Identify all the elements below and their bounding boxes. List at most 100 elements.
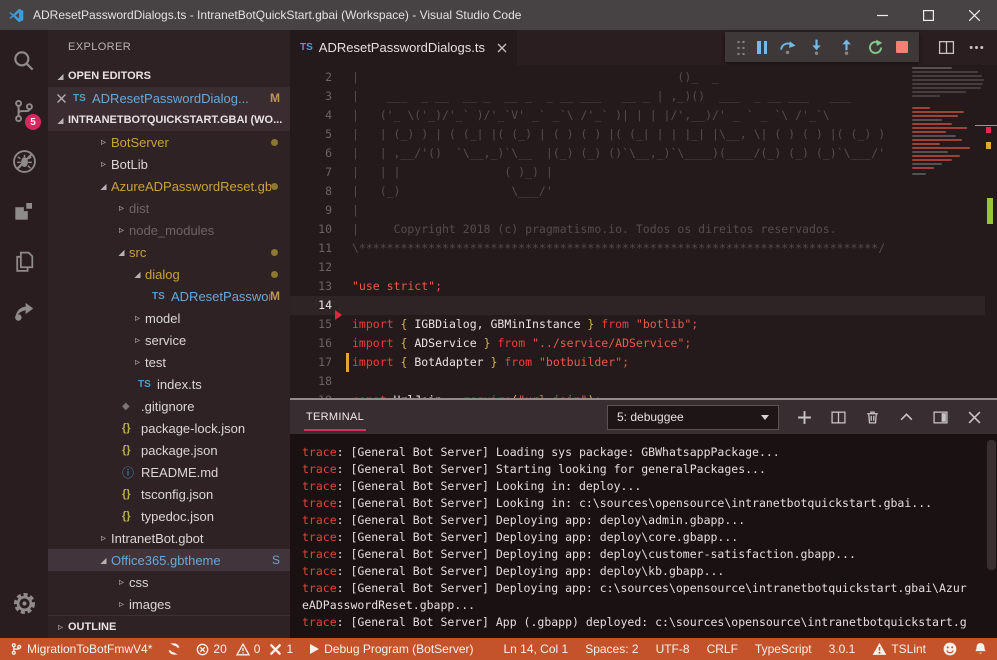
code-editor[interactable]: 2345678910111213141516171819 | ()_ _| __… — [290, 65, 997, 398]
tree-item[interactable]: TSindex.ts — [48, 373, 290, 395]
tree-item-label: src — [129, 245, 146, 260]
tree-item[interactable]: ▹node_modules — [48, 219, 290, 241]
restart-icon[interactable] — [867, 39, 884, 56]
chevron-collapsed-icon: ▹ — [130, 313, 145, 324]
code-line: | | | ( )_) | — [352, 163, 907, 182]
tree-item[interactable]: TSADResetPasswordDial...M — [48, 285, 290, 307]
step-over-icon[interactable] — [779, 39, 796, 56]
git-branch-item[interactable]: MigrationToBotFmwV4* — [10, 642, 152, 656]
terminal-scrollbar[interactable] — [987, 440, 996, 570]
feedback-smiley-icon[interactable] — [943, 642, 957, 656]
language-item[interactable]: TypeScript — [755, 642, 812, 656]
tree-item[interactable]: {}package.json — [48, 439, 290, 461]
terminal-line: trace: [General Bot Server] Looking in: … — [302, 495, 985, 512]
tree-item-label: ADResetPasswordDial... — [171, 289, 270, 304]
version-item[interactable]: 3.0.1 — [829, 642, 856, 656]
tree-item-label: Office365.gbtheme — [111, 553, 221, 568]
tree-item[interactable]: {}package-lock.json — [48, 417, 290, 439]
new-terminal-icon[interactable] — [796, 409, 813, 426]
indentation-item[interactable]: Spaces: 2 — [585, 642, 638, 656]
code-line: | ()_ _ — [352, 68, 907, 87]
overview-ruler[interactable] — [985, 65, 997, 398]
close-button[interactable] — [951, 0, 997, 30]
tree-item[interactable]: ◢Office365.gbthemeS — [48, 549, 290, 571]
terminal-output[interactable]: trace: [General Bot Server] Loading sys … — [290, 434, 997, 638]
tree-item[interactable]: ▹css — [48, 571, 290, 593]
minimap-line — [912, 139, 962, 141]
step-out-icon[interactable] — [838, 39, 855, 56]
extensions-icon[interactable] — [0, 186, 48, 236]
source-control-icon[interactable]: 5 — [0, 86, 48, 136]
ts-file-icon: TS — [138, 379, 157, 390]
tab-bar: TS ADResetPasswordDialogs.ts — [290, 30, 997, 65]
minimap-line — [912, 91, 966, 93]
editor-tab[interactable]: TS ADResetPasswordDialogs.ts — [290, 30, 517, 65]
sync-icon[interactable] — [167, 642, 181, 656]
terminal-select[interactable]: 5: debuggee — [607, 405, 779, 430]
tree-item-label: test — [145, 355, 166, 370]
tree-item[interactable]: ◢dialog — [48, 263, 290, 285]
documents-icon[interactable] — [0, 236, 48, 286]
braces-file-icon: {} — [122, 422, 141, 434]
minimap-line — [912, 87, 981, 89]
terminal-tab[interactable]: TERMINAL — [304, 403, 366, 431]
tab-close-icon[interactable] — [497, 43, 507, 53]
maximize-panel-icon[interactable] — [898, 409, 915, 426]
tree-item[interactable]: {}typedoc.json — [48, 505, 290, 527]
trace-label: trace — [302, 479, 337, 493]
tree-item-label: dist — [129, 201, 149, 216]
open-editor-item[interactable]: TS ADResetPasswordDialog... M — [48, 87, 290, 109]
maximize-button[interactable] — [905, 0, 951, 30]
share-icon[interactable] — [0, 286, 48, 336]
encoding-item[interactable]: UTF-8 — [656, 642, 690, 656]
tree-item[interactable]: ▹BotLib — [48, 153, 290, 175]
trace-label: trace — [302, 513, 337, 527]
minimap[interactable] — [908, 65, 985, 398]
tree-item[interactable]: ▹images — [48, 593, 290, 615]
drag-grip-icon[interactable] — [736, 39, 745, 55]
tree-item[interactable]: ◢AzureADPasswordReset.gba... — [48, 175, 290, 197]
linter-item[interactable]: TSLint — [872, 642, 926, 656]
tree-item[interactable]: ◆.gitignore — [48, 395, 290, 417]
pause-icon[interactable] — [757, 41, 767, 54]
tree-item[interactable]: ▹test — [48, 351, 290, 373]
braces-file-icon: {} — [122, 488, 141, 500]
tree-item[interactable]: ▹BotServer — [48, 131, 290, 153]
close-panel-icon[interactable] — [966, 409, 983, 426]
minimap-line — [912, 79, 984, 81]
settings-gear-icon[interactable] — [0, 578, 48, 628]
problems-item[interactable]: 20 0 1 — [196, 642, 293, 656]
tree-item[interactable]: ▹dist — [48, 197, 290, 219]
eol-item[interactable]: CRLF — [707, 642, 738, 656]
close-icon[interactable] — [57, 94, 73, 103]
toggle-panel-icon[interactable] — [932, 409, 949, 426]
minimap-line — [912, 135, 956, 137]
workspace-section-header[interactable]: ◢ INTRANETBOTQUICKSTART.GBAI (WO... — [48, 109, 290, 131]
split-terminal-icon[interactable] — [830, 409, 847, 426]
vscode-window: ADResetPasswordDialogs.ts - IntranetBotQ… — [0, 0, 997, 660]
status-bar-right: Ln 14, Col 1 Spaces: 2 UTF-8 CRLF TypeSc… — [503, 642, 987, 656]
tree-item[interactable]: ◢src — [48, 241, 290, 263]
debug-icon[interactable] — [0, 136, 48, 186]
tree-item[interactable]: ▹IntranetBot.gbot — [48, 527, 290, 549]
split-editor-icon[interactable] — [938, 39, 955, 56]
minimap-line — [912, 143, 940, 145]
line-number-gutter: 2345678910111213141516171819 — [290, 68, 332, 398]
step-into-icon[interactable] — [808, 39, 825, 56]
open-editors-header[interactable]: ◢ OPEN EDITORS — [48, 65, 290, 87]
search-icon[interactable] — [0, 36, 48, 86]
tree-item[interactable]: ▹model — [48, 307, 290, 329]
tree-item[interactable]: {}tsconfig.json — [48, 483, 290, 505]
cursor-position-item[interactable]: Ln 14, Col 1 — [503, 642, 568, 656]
debug-status-item[interactable]: Debug Program (BotServer) — [308, 642, 473, 656]
modified-dot-badge — [271, 249, 278, 256]
notifications-bell-icon[interactable] — [974, 642, 987, 656]
minimize-button[interactable] — [859, 0, 905, 30]
kill-terminal-icon[interactable] — [864, 409, 881, 426]
tree-item[interactable]: ▹service — [48, 329, 290, 351]
outline-section-header[interactable]: ▹ OUTLINE — [48, 615, 290, 638]
more-actions-icon[interactable] — [968, 39, 985, 56]
stop-icon[interactable] — [896, 41, 908, 53]
line-number: 15 — [290, 315, 332, 334]
tree-item[interactable]: ⓘREADME.md — [48, 461, 290, 483]
